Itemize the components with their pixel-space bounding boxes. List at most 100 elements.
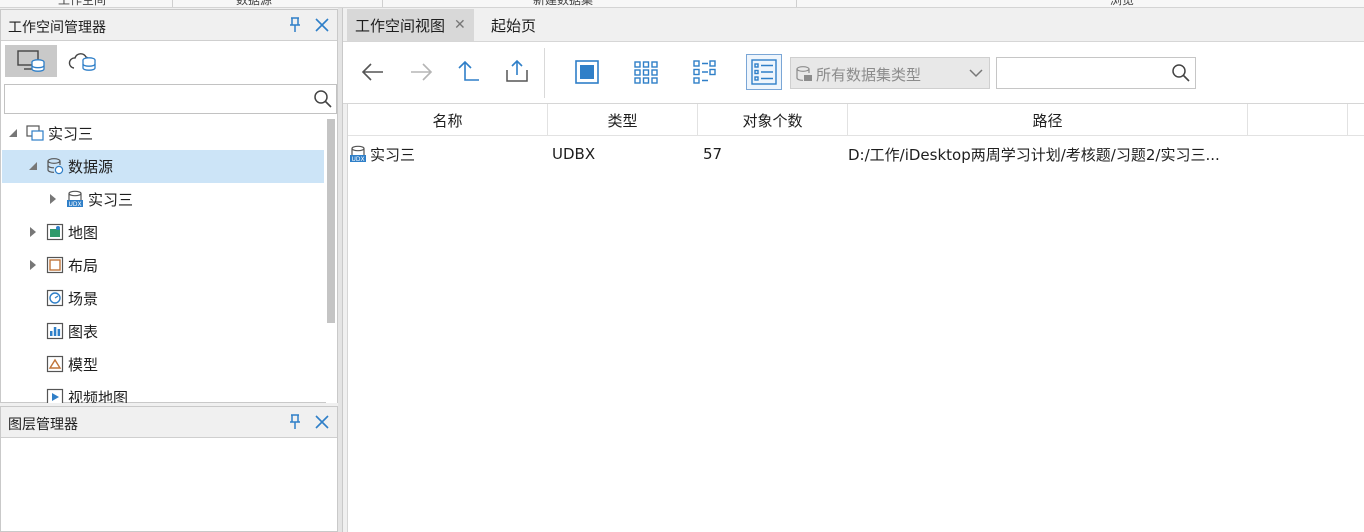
- workspace-manager-panel: 工作空间管理器 实习三 数据源 UDX 实习三 地图 布局 场景 图表 模型 视…: [0, 9, 338, 403]
- arrow-up-icon: [458, 60, 479, 81]
- arrow-right-icon: [411, 63, 433, 81]
- column-header-path[interactable]: 路径: [848, 104, 1248, 136]
- tree-item-label: 布局: [68, 257, 99, 275]
- back-button[interactable]: [355, 54, 391, 90]
- tree-item-scenes[interactable]: 场景: [2, 282, 324, 315]
- table-row[interactable]: UDX 实习三 UDBX 57 D:/工作/iDesktop两周学习计划/考核题…: [348, 138, 1364, 170]
- computer-database-icon: [17, 50, 45, 72]
- collapsed-triangle-icon: [30, 260, 36, 270]
- export-button[interactable]: [499, 54, 535, 90]
- scrollbar-thumb[interactable]: [327, 119, 335, 323]
- tab-start-page[interactable]: 起始页: [483, 9, 544, 41]
- cell-name: UDX 实习三: [349, 138, 549, 170]
- large-icon-view-icon: [575, 60, 599, 84]
- tab-label: 工作空间视图: [355, 16, 446, 35]
- cell-count: 57: [703, 145, 723, 163]
- dataset-type-select[interactable]: 所有数据集类型: [790, 57, 990, 89]
- tree-item-maps[interactable]: 地图: [2, 216, 324, 249]
- workspace-search-input[interactable]: [5, 85, 305, 113]
- workspace-icon: [26, 125, 44, 141]
- tree-item-label: 模型: [68, 356, 99, 374]
- close-icon[interactable]: [312, 15, 332, 35]
- layout-icon: [46, 256, 64, 274]
- forward-button[interactable]: [403, 54, 439, 90]
- column-header-count[interactable]: 对象个数: [698, 104, 848, 136]
- tree-item-layouts[interactable]: 布局: [2, 249, 324, 282]
- svg-text:UDX: UDX: [351, 156, 364, 163]
- column-header-name[interactable]: 名称: [348, 104, 548, 136]
- cell-path: D:/工作/iDesktop两周学习计划/考核题/习题2/实习三...: [848, 145, 1220, 164]
- workspace-search-box: [4, 84, 337, 114]
- ribbon-strip: 工作空间 数据源 新建数据集 浏览: [0, 0, 1364, 8]
- layer-manager-title: 图层管理器: [8, 417, 78, 433]
- ribbon-tab-browse[interactable]: 浏览: [1110, 0, 1134, 7]
- tab-workspace-view[interactable]: 工作空间视图 ✕: [347, 9, 474, 41]
- small-icons-view-button[interactable]: [628, 54, 664, 90]
- tree-item-label: 数据源: [68, 158, 114, 176]
- expanded-triangle-icon: [29, 162, 37, 170]
- tree-item-video-maps[interactable]: 视频地图: [2, 381, 324, 403]
- ribbon-tab-workspace[interactable]: 工作空间: [58, 0, 106, 7]
- tree-item-label: 地图: [68, 224, 99, 242]
- column-header-filler: [1248, 104, 1348, 136]
- share-export-icon: [506, 59, 528, 82]
- chevron-down-icon: [969, 69, 983, 78]
- left-dock: 工作空间管理器 实习三 数据源 UDX 实习三 地图 布局 场景 图表 模型 视…: [0, 8, 342, 532]
- search-icon[interactable]: [313, 89, 333, 113]
- tree-item-label: 实习三: [48, 125, 94, 143]
- view-search-input[interactable]: [997, 58, 1167, 88]
- expanded-triangle-icon: [9, 129, 17, 137]
- workspace-manager-title: 工作空间管理器: [8, 20, 106, 36]
- workspace-view: 工作空间视图 ✕ 起始页 所有数据集类型 名称 类型 对象个数 路径 UDX 实…: [342, 8, 1364, 532]
- workspace-manager-toolbar: [1, 41, 337, 81]
- chart-icon: [46, 322, 64, 340]
- ribbon-tab-new-dataset[interactable]: 新建数据集: [533, 0, 593, 7]
- view-search-box: [996, 57, 1196, 89]
- tree-item-models[interactable]: 模型: [2, 348, 324, 381]
- tree-item-label: 图表: [68, 323, 99, 341]
- collapsed-triangle-icon: [30, 227, 36, 237]
- cell-type: UDBX: [552, 145, 596, 163]
- grid-view-icon: [634, 61, 658, 84]
- list-view-button[interactable]: [687, 54, 723, 90]
- tree-item-workspace[interactable]: 实习三: [2, 117, 324, 150]
- tree-scrollbar[interactable]: [326, 117, 337, 403]
- pin-icon[interactable]: [285, 15, 305, 35]
- tree-item-label: 视频地图: [68, 389, 129, 403]
- layer-manager-panel: 图层管理器: [0, 406, 338, 532]
- tree-item-label: 场景: [68, 290, 99, 308]
- column-header-type[interactable]: 类型: [548, 104, 698, 136]
- tree-item-datasource-udbx[interactable]: UDX 实习三: [2, 183, 324, 216]
- map-icon: [46, 223, 64, 241]
- tab-label: 起始页: [491, 16, 537, 35]
- layer-manager-header: 图层管理器: [1, 407, 337, 438]
- dataset-type-value: 所有数据集类型: [816, 66, 922, 84]
- pin-icon[interactable]: [285, 412, 305, 432]
- cell-name-text: 实习三: [370, 145, 416, 164]
- workspace-tree: 实习三 数据源 UDX 实习三 地图 布局 场景 图表 模型 视频地图: [2, 117, 324, 403]
- tree-item-charts[interactable]: 图表: [2, 315, 324, 348]
- model-icon: [46, 355, 64, 373]
- tree-item-label: 实习三: [88, 191, 134, 209]
- cloud-workspace-button[interactable]: [57, 45, 109, 77]
- dataset-type-icon: [796, 66, 812, 81]
- up-level-button[interactable]: [451, 54, 487, 90]
- view-toolbar: 所有数据集类型: [343, 42, 1364, 104]
- video-map-icon: [46, 388, 64, 403]
- tree-item-datasources[interactable]: 数据源: [2, 150, 324, 183]
- udbx-datasource-icon: UDX: [67, 190, 83, 208]
- ribbon-tab-datasource[interactable]: 数据源: [236, 0, 272, 7]
- close-icon[interactable]: [312, 412, 332, 432]
- details-view-icon: [751, 59, 777, 85]
- collapsed-triangle-icon: [50, 194, 56, 204]
- udbx-datasource-icon: UDX: [350, 145, 366, 163]
- tab-close-icon[interactable]: ✕: [454, 17, 466, 33]
- svg-text:UDX: UDX: [68, 201, 81, 208]
- details-view-button[interactable]: [746, 54, 782, 90]
- list-view-icon: [693, 60, 716, 84]
- local-workspace-button[interactable]: [5, 45, 57, 77]
- search-icon[interactable]: [1171, 63, 1191, 87]
- workspace-manager-header: 工作空间管理器: [1, 10, 337, 41]
- large-icons-view-button[interactable]: [569, 54, 605, 90]
- arrow-left-icon: [361, 63, 383, 81]
